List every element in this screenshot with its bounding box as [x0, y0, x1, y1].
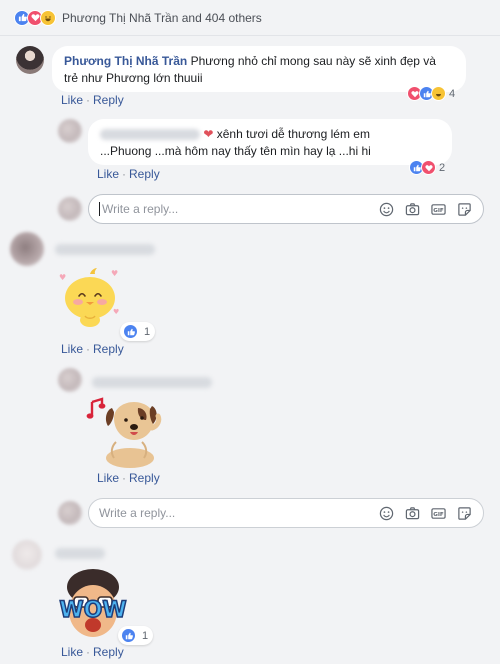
reaction-count-badge[interactable]: 2	[406, 158, 450, 177]
avatar[interactable]	[58, 119, 82, 143]
separator-dot: ·	[122, 471, 127, 485]
sticker-icon[interactable]	[457, 506, 472, 521]
like-link[interactable]: Like	[61, 342, 83, 356]
svg-text:GIF: GIF	[433, 207, 444, 213]
like-icon	[123, 324, 138, 339]
gif-icon[interactable]: GIF	[431, 202, 446, 217]
wow-sticker-text: WOW	[59, 598, 126, 623]
current-user-avatar	[58, 197, 82, 221]
reaction-count: 4	[449, 87, 456, 100]
love-icon	[421, 160, 436, 175]
avatar[interactable]	[12, 540, 42, 570]
haha-icon	[431, 86, 446, 101]
reply-placeholder: Write a reply...	[102, 202, 179, 216]
comment-text-line1: Phương nhỏ chỉ mong sau này sẽ xinh đẹp …	[190, 54, 436, 68]
svg-text:♥: ♥	[111, 269, 118, 278]
reply-placeholder: Write a reply...	[99, 506, 176, 520]
comment-actions: Like · Reply	[61, 342, 124, 356]
separator-dot: ·	[122, 167, 127, 181]
comment-actions: Like · Reply	[61, 93, 124, 107]
heart-emoji-icon: ❤	[203, 127, 214, 141]
separator-dot: ·	[86, 342, 91, 356]
like-link[interactable]: Like	[97, 167, 119, 181]
reply-link[interactable]: Reply	[129, 167, 160, 181]
camera-icon[interactable]	[405, 202, 420, 217]
reaction-count: 2	[439, 161, 446, 174]
comment-text-line2: trẻ như Phương lớn thuuii	[64, 71, 203, 85]
avatar[interactable]	[10, 232, 44, 266]
like-link[interactable]: Like	[61, 645, 83, 659]
emoji-icon[interactable]	[379, 506, 394, 521]
comment-author[interactable]: Phương Thị Nhã Trần	[64, 54, 187, 68]
reply-text-line2: ...Phuong ...mà hôm nay thấy tên mìn hay…	[100, 144, 371, 158]
author-name-blurred[interactable]	[92, 375, 212, 389]
reply-link[interactable]: Reply	[93, 342, 124, 356]
comment-actions: Like · Reply	[61, 645, 124, 659]
reply-input[interactable]: Write a reply... GIF	[88, 498, 484, 528]
gif-icon[interactable]: GIF	[431, 506, 446, 521]
reaction-count: 1	[142, 629, 149, 642]
reply-text-line1: xênh tươi dễ thương lém em	[216, 127, 370, 141]
avatar[interactable]	[16, 46, 44, 74]
reaction-count-badge[interactable]: 1	[118, 626, 154, 645]
comment-bubble: Phương Thị Nhã Trần Phương nhỏ chỉ mong …	[52, 46, 466, 92]
reply-input[interactable]: Write a reply... GIF	[88, 194, 484, 224]
svg-text:♥: ♥	[113, 308, 119, 316]
sticker-icon[interactable]	[457, 202, 472, 217]
reaction-count-badge[interactable]: 4	[404, 84, 460, 103]
dog-sticker	[86, 394, 162, 470]
reaction-count: 1	[144, 325, 151, 338]
reactions-summary-text[interactable]: Phương Thị Nhã Trần and 404 others	[62, 11, 262, 25]
reactions-summary[interactable]: Phương Thị Nhã Trần and 404 others	[0, 0, 500, 36]
separator-dot: ·	[86, 93, 91, 107]
reaction-count-badge[interactable]: 1	[120, 322, 156, 341]
author-name-blurred[interactable]	[100, 129, 200, 141]
separator-dot: ·	[86, 645, 91, 659]
reply-link[interactable]: Reply	[93, 93, 124, 107]
haha-icon	[40, 9, 56, 26]
emoji-icon[interactable]	[379, 202, 394, 217]
text-cursor	[99, 202, 100, 216]
like-link[interactable]: Like	[61, 93, 83, 107]
camera-icon[interactable]	[405, 506, 420, 521]
reply-link[interactable]: Reply	[93, 645, 124, 659]
reply-actions: Like · Reply	[97, 471, 160, 485]
avatar[interactable]	[58, 368, 82, 392]
like-link[interactable]: Like	[97, 471, 119, 485]
author-name-blurred[interactable]	[55, 242, 155, 256]
author-name-blurred[interactable]	[55, 546, 105, 560]
chick-sticker: ♥ ♥ ♥	[55, 266, 125, 332]
current-user-avatar	[58, 501, 82, 525]
reply-link[interactable]: Reply	[129, 471, 160, 485]
reply-actions: Like · Reply	[97, 167, 160, 181]
svg-text:♥: ♥	[59, 273, 66, 282]
like-icon	[121, 628, 136, 643]
svg-text:GIF: GIF	[433, 511, 444, 517]
reply-bubble: ❤ xênh tươi dễ thương lém em ...Phuong .…	[88, 119, 452, 165]
